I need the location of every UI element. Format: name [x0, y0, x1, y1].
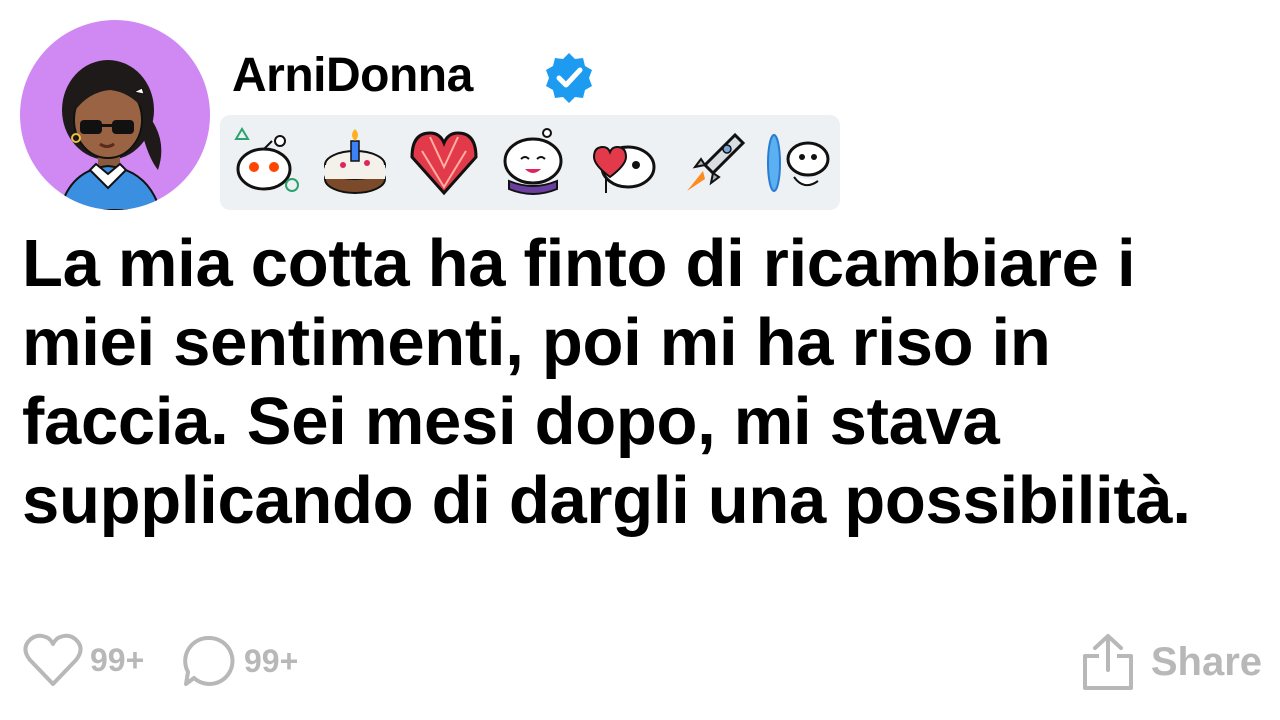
share-button[interactable]: Share — [1081, 632, 1262, 692]
comment-count: 99+ — [244, 642, 299, 679]
share-label: Share — [1150, 639, 1262, 684]
avatar-girl-illustration — [58, 60, 162, 210]
post-action-bar: 99+ 99+ Share — [22, 632, 1262, 694]
badge-strip — [220, 115, 840, 210]
avatar[interactable] — [20, 20, 210, 210]
rocket-badge-icon[interactable] — [675, 127, 747, 199]
post-body-text: La mia cotta ha finto di ricambiare i mi… — [22, 226, 1191, 538]
snoo-scarf-badge-icon[interactable] — [497, 127, 569, 199]
snoo-portal-badge-icon[interactable] — [764, 127, 836, 199]
comment-button[interactable]: 99+ — [180, 632, 298, 690]
heart-icon — [23, 633, 83, 686]
verified-badge-icon — [546, 53, 592, 103]
snoo-heart-balloon-badge-icon[interactable] — [586, 127, 658, 199]
birthday-cake-badge-icon[interactable] — [319, 127, 391, 199]
like-count: 99+ — [90, 641, 145, 678]
like-button[interactable]: 99+ — [22, 632, 144, 688]
snoo-shapes-badge-icon[interactable] — [230, 126, 302, 199]
author-name[interactable]: ArniDonna — [232, 48, 473, 104]
share-icon — [1082, 634, 1133, 690]
crystal-heart-badge-icon[interactable] — [408, 127, 480, 199]
comment-bubble-icon — [183, 635, 235, 686]
